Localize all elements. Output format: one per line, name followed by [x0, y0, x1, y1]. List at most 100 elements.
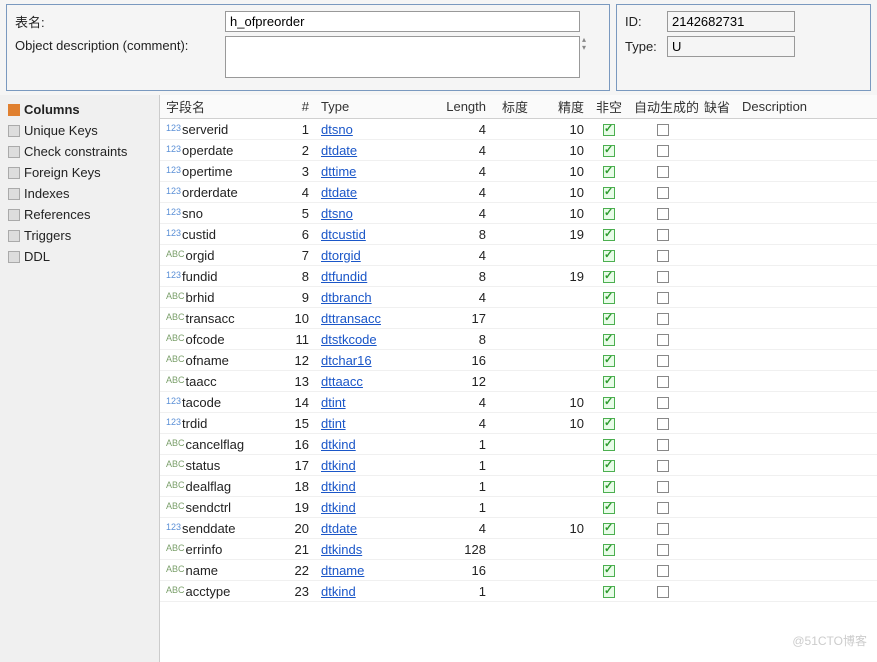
type-link[interactable]: dtkind	[321, 458, 356, 473]
type-link[interactable]: dtstkcode	[321, 332, 377, 347]
not-null-checkbox[interactable]	[603, 229, 615, 241]
not-null-checkbox[interactable]	[603, 208, 615, 220]
auto-checkbox[interactable]	[657, 208, 669, 220]
type-link[interactable]: dtcustid	[321, 227, 366, 242]
table-row[interactable]: ABCsendctrl19dtkind1	[160, 497, 877, 518]
auto-checkbox[interactable]	[657, 355, 669, 367]
auto-checkbox[interactable]	[657, 313, 669, 325]
auto-checkbox[interactable]	[657, 187, 669, 199]
type-link[interactable]: dtfundid	[321, 269, 367, 284]
type-link[interactable]: dttaacc	[321, 374, 363, 389]
not-null-checkbox[interactable]	[603, 187, 615, 199]
type-link[interactable]: dtint	[321, 395, 346, 410]
sidebar-item-foreign-keys[interactable]: Foreign Keys	[0, 162, 159, 183]
not-null-checkbox[interactable]	[603, 355, 615, 367]
textarea-spinner[interactable]: ▴▾	[582, 36, 586, 52]
type-link[interactable]: dtkind	[321, 500, 356, 515]
auto-checkbox[interactable]	[657, 418, 669, 430]
table-row[interactable]: 123tacode14dtint410	[160, 392, 877, 413]
not-null-checkbox[interactable]	[603, 460, 615, 472]
table-name-input[interactable]	[225, 11, 580, 32]
auto-checkbox[interactable]	[657, 397, 669, 409]
table-row[interactable]: ABCtransacc10dttransacc17	[160, 308, 877, 329]
column-header-scale[interactable]: 标度	[492, 95, 534, 119]
table-row[interactable]: 123orderdate4dtdate410	[160, 182, 877, 203]
table-row[interactable]: ABCdealflag18dtkind1	[160, 476, 877, 497]
type-link[interactable]: dtsno	[321, 206, 353, 221]
not-null-checkbox[interactable]	[603, 334, 615, 346]
column-header-name[interactable]: 字段名	[160, 95, 285, 119]
table-row[interactable]: 123trdid15dtint410	[160, 413, 877, 434]
table-row[interactable]: 123fundid8dtfundid819	[160, 266, 877, 287]
table-row[interactable]: 123sno5dtsno410	[160, 203, 877, 224]
not-null-checkbox[interactable]	[603, 502, 615, 514]
not-null-checkbox[interactable]	[603, 397, 615, 409]
column-header-precision[interactable]: 精度	[534, 95, 590, 119]
type-link[interactable]: dtsno	[321, 122, 353, 137]
type-link[interactable]: dtdate	[321, 185, 357, 200]
not-null-checkbox[interactable]	[603, 439, 615, 451]
auto-checkbox[interactable]	[657, 544, 669, 556]
auto-checkbox[interactable]	[657, 376, 669, 388]
table-row[interactable]: ABCstatus17dtkind1	[160, 455, 877, 476]
not-null-checkbox[interactable]	[603, 166, 615, 178]
auto-checkbox[interactable]	[657, 229, 669, 241]
table-row[interactable]: ABCofcode11dtstkcode8	[160, 329, 877, 350]
sidebar-item-indexes[interactable]: Indexes	[0, 183, 159, 204]
type-link[interactable]: dtchar16	[321, 353, 372, 368]
auto-checkbox[interactable]	[657, 145, 669, 157]
auto-checkbox[interactable]	[657, 502, 669, 514]
type-link[interactable]: dttransacc	[321, 311, 381, 326]
type-link[interactable]: dtkinds	[321, 542, 362, 557]
type-link[interactable]: dtdate	[321, 521, 357, 536]
object-desc-input[interactable]	[225, 36, 580, 78]
table-row[interactable]: ABCacctype23dtkind1	[160, 581, 877, 602]
not-null-checkbox[interactable]	[603, 124, 615, 136]
type-link[interactable]: dttime	[321, 164, 356, 179]
table-row[interactable]: ABCerrinfo21dtkinds128	[160, 539, 877, 560]
sidebar-item-triggers[interactable]: Triggers	[0, 225, 159, 246]
table-row[interactable]: 123opertime3dttime410	[160, 161, 877, 182]
table-row[interactable]: ABCofname12dtchar1616	[160, 350, 877, 371]
column-header-notnull[interactable]: 非空	[590, 95, 628, 119]
table-row[interactable]: 123operdate2dtdate410	[160, 140, 877, 161]
auto-checkbox[interactable]	[657, 481, 669, 493]
auto-checkbox[interactable]	[657, 166, 669, 178]
not-null-checkbox[interactable]	[603, 481, 615, 493]
type-link[interactable]: dtorgid	[321, 248, 361, 263]
auto-checkbox[interactable]	[657, 565, 669, 577]
table-row[interactable]: ABCname22dtname16	[160, 560, 877, 581]
column-header-default[interactable]: 缺省	[698, 95, 736, 119]
not-null-checkbox[interactable]	[603, 313, 615, 325]
type-link[interactable]: dtint	[321, 416, 346, 431]
type-link[interactable]: dtkind	[321, 479, 356, 494]
not-null-checkbox[interactable]	[603, 376, 615, 388]
auto-checkbox[interactable]	[657, 439, 669, 451]
not-null-checkbox[interactable]	[603, 292, 615, 304]
type-link[interactable]: dtkind	[321, 584, 356, 599]
auto-checkbox[interactable]	[657, 334, 669, 346]
table-row[interactable]: 123senddate20dtdate410	[160, 518, 877, 539]
table-row[interactable]: ABCcancelflag16dtkind1	[160, 434, 877, 455]
type-link[interactable]: dtbranch	[321, 290, 372, 305]
table-row[interactable]: 123custid6dtcustid819	[160, 224, 877, 245]
auto-checkbox[interactable]	[657, 292, 669, 304]
table-row[interactable]: ABCorgid7dtorgid4	[160, 245, 877, 266]
auto-checkbox[interactable]	[657, 271, 669, 283]
auto-checkbox[interactable]	[657, 586, 669, 598]
not-null-checkbox[interactable]	[603, 250, 615, 262]
table-row[interactable]: ABCbrhid9dtbranch4	[160, 287, 877, 308]
sidebar-item-check-constraints[interactable]: Check constraints	[0, 141, 159, 162]
sidebar-item-columns[interactable]: Columns	[0, 99, 159, 120]
table-row[interactable]: 123serverid1dtsno410	[160, 119, 877, 140]
not-null-checkbox[interactable]	[603, 145, 615, 157]
not-null-checkbox[interactable]	[603, 418, 615, 430]
column-header-auto[interactable]: 自动生成的	[628, 95, 698, 119]
auto-checkbox[interactable]	[657, 250, 669, 262]
type-link[interactable]: dtname	[321, 563, 364, 578]
auto-checkbox[interactable]	[657, 460, 669, 472]
sidebar-item-ddl[interactable]: DDL	[0, 246, 159, 267]
not-null-checkbox[interactable]	[603, 565, 615, 577]
not-null-checkbox[interactable]	[603, 523, 615, 535]
not-null-checkbox[interactable]	[603, 586, 615, 598]
